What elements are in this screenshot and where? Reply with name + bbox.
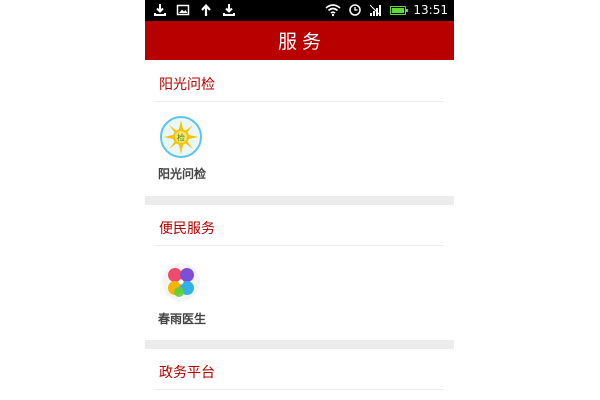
status-time: 13:51	[413, 3, 448, 17]
icon-badge-text: 检	[177, 133, 185, 143]
battery-icon	[390, 5, 409, 15]
clover-icon	[162, 263, 200, 301]
service-item-sunshine[interactable]: 检 阳光问检	[145, 115, 206, 195]
service-item-chunyu-doctor[interactable]: 春雨医生	[145, 260, 206, 340]
download-icon	[223, 4, 235, 16]
section-title-convenience: 便民服务	[159, 221, 215, 237]
section-gap	[145, 340, 454, 349]
image-icon	[176, 4, 190, 16]
service-label: 春雨医生	[158, 312, 207, 326]
section-gap	[145, 196, 454, 205]
status-bar-right: 13:51	[325, 2, 448, 18]
status-bar-left	[153, 3, 236, 17]
app-header: 服务	[145, 21, 454, 60]
upload-icon	[201, 3, 211, 16]
service-label: 阳光问检	[158, 167, 207, 181]
signal-icon	[370, 4, 382, 17]
section-divider	[155, 101, 444, 102]
alarm-icon	[349, 4, 362, 16]
section-title-government: 政务平台	[159, 365, 215, 381]
download-icon	[154, 4, 166, 16]
wifi-icon	[325, 4, 341, 17]
page-title: 服务	[277, 31, 326, 53]
section-divider	[155, 389, 444, 390]
section-divider	[155, 245, 444, 246]
phone-screen: 13:51 服务 阳光问检 检 阳光问检 便民服务 春雨医生 政务平台	[145, 0, 454, 400]
section-title-sunshine: 阳光问检	[159, 77, 215, 93]
status-bar: 13:51	[145, 0, 454, 21]
sun-badge-icon: 检	[160, 116, 202, 158]
